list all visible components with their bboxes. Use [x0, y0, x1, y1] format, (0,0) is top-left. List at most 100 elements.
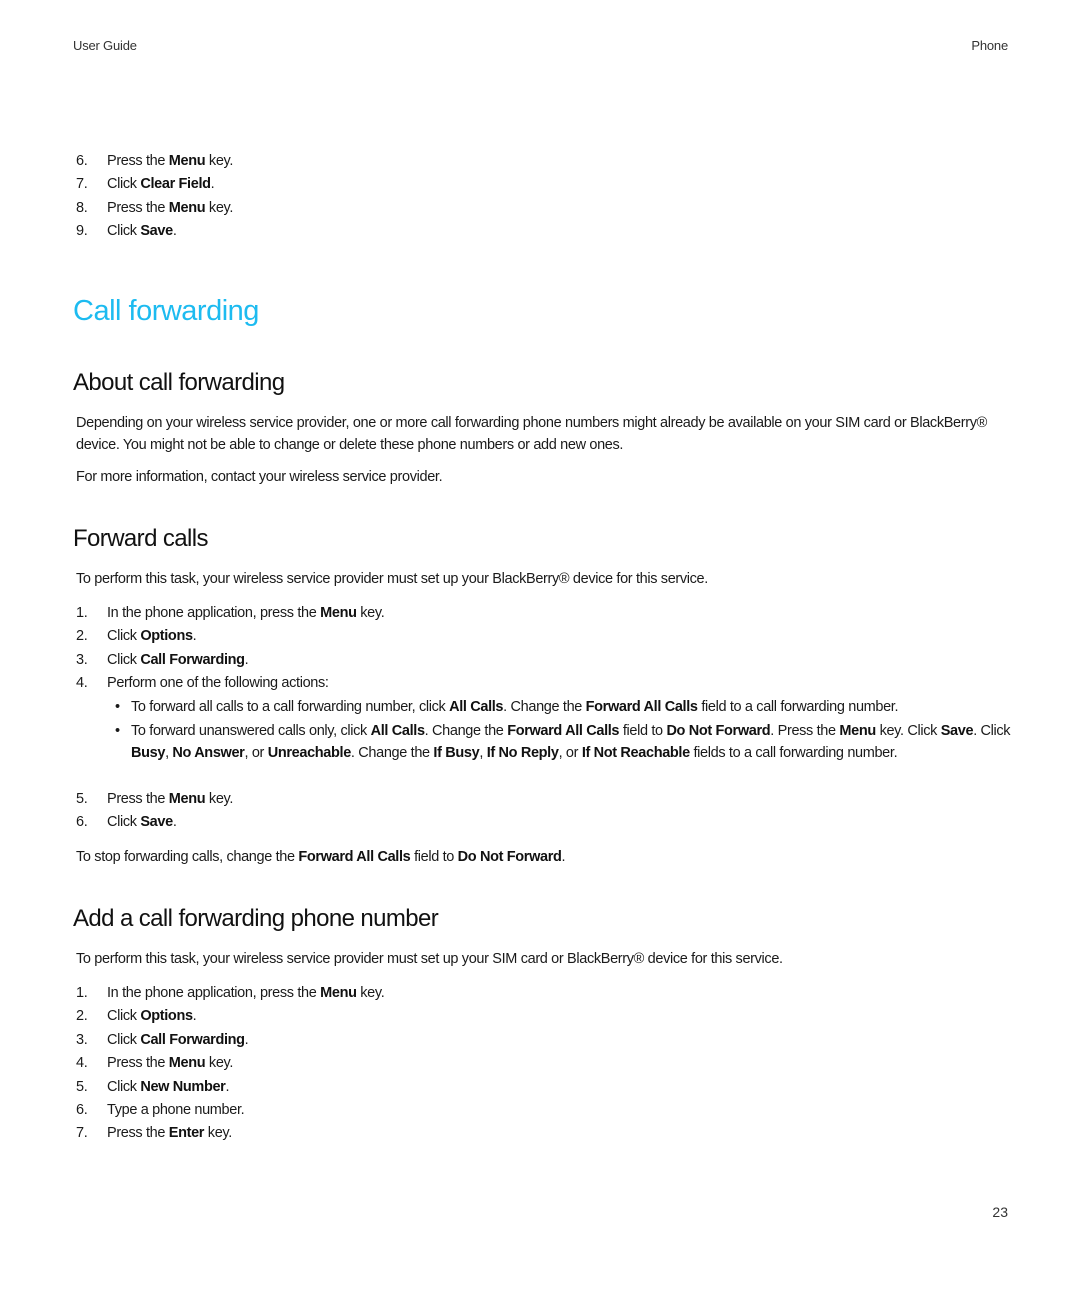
- bullet-item: • To forward all calls to a call forwardi…: [107, 696, 1013, 718]
- text-run: , or: [558, 745, 582, 761]
- text-run: .: [172, 814, 177, 831]
- ui-term: Call Forwarding: [140, 1031, 245, 1048]
- step-number: 8.: [76, 199, 88, 216]
- add-number-intro: To perform this task, your wireless serv…: [76, 951, 783, 967]
- text-run: Press the: [107, 199, 169, 216]
- forward-calls-intro: To perform this task, your wireless serv…: [76, 571, 708, 587]
- ui-term: Clear Field: [140, 176, 211, 193]
- text-run: , or: [244, 745, 268, 761]
- page-number: 23: [992, 1204, 1008, 1220]
- step-number: 7.: [76, 176, 88, 193]
- add-number-steps: 1. In the phone application, press the Me…: [73, 982, 1013, 1146]
- step-number: 3.: [76, 1031, 88, 1048]
- text-run: key.: [204, 1125, 232, 1142]
- text-run: key.: [205, 199, 234, 216]
- forward-calls-bullets: • To forward all calls to a call forwardi…: [73, 696, 1013, 766]
- step-number: 1.: [76, 985, 88, 1001]
- forward-calls-outro: To stop forwarding calls, change the For…: [73, 847, 1006, 869]
- ui-term: Options: [140, 1008, 193, 1025]
- ui-term: Menu: [168, 791, 206, 807]
- ui-term: Forward All Calls: [298, 849, 411, 865]
- ui-term: Menu: [320, 605, 357, 621]
- text-run: Press the: [107, 153, 169, 169]
- forward-calls-steps-b: 5. Press the Menu key. 6. Click Save.: [73, 788, 1013, 835]
- chapter-title: Call forwarding: [73, 295, 259, 327]
- step-number: 4.: [76, 675, 88, 692]
- text-run: To forward unanswered calls only, click: [131, 723, 371, 739]
- step-item: 3. Click Call Forwarding.: [73, 1029, 1013, 1052]
- step-item: 4. Perform one of the following actions:: [73, 672, 1013, 695]
- text-run: . Change the: [424, 723, 508, 739]
- section-title-add-number: Add a call forwarding phone number: [73, 905, 439, 932]
- step-number: 7.: [76, 1125, 88, 1142]
- step-number: 2.: [76, 628, 88, 645]
- ui-term: Call Forwarding: [140, 651, 245, 668]
- text-run: .: [192, 628, 197, 645]
- forward-calls-steps-a: 1. In the phone application, press the Me…: [73, 602, 1013, 696]
- step-item: 6. Click Save.: [73, 811, 1013, 834]
- text-run: .: [561, 849, 566, 865]
- text-run: Click: [107, 1008, 141, 1025]
- text-run: In the phone application, press the: [107, 605, 321, 621]
- text-run: In the phone application, press the: [107, 985, 321, 1001]
- bullet-item: • To forward unanswered calls only, click…: [107, 720, 1013, 764]
- section-title-about: About call forwarding: [73, 369, 285, 396]
- step-item: 7. Press the Enter key.: [73, 1122, 1013, 1145]
- running-header-left: User Guide: [73, 38, 137, 53]
- ui-term: All Calls: [370, 723, 425, 739]
- text-run: Click: [107, 651, 141, 668]
- step-number: 1.: [76, 605, 88, 621]
- ui-term: Save: [140, 223, 173, 240]
- ui-term: Menu: [839, 723, 876, 739]
- ui-term: Options: [140, 628, 193, 645]
- ui-term: Save: [140, 814, 173, 831]
- bullet-marker: •: [115, 723, 120, 739]
- text-run: key.: [205, 153, 234, 169]
- bullet-marker: •: [115, 699, 120, 715]
- step-item: 2. Click Options.: [73, 625, 1013, 648]
- step-item: 9. Click Save.: [73, 220, 233, 243]
- step-item: 5. Click New Number.: [73, 1076, 1013, 1099]
- ui-term: Do Not Forward: [666, 723, 771, 739]
- text-run: . Change the: [503, 699, 586, 715]
- ui-term: No Answer: [172, 745, 245, 761]
- text-run: key.: [205, 791, 234, 807]
- step-item: 4. Press the Menu key.: [73, 1052, 1013, 1075]
- step-item: 7. Click Clear Field.: [73, 173, 233, 196]
- text-run: Type a phone number.: [107, 1102, 245, 1119]
- text-run: ,: [479, 745, 487, 761]
- text-run: Click: [107, 176, 141, 193]
- about-paragraph-1: Depending on your wireless service provi…: [76, 415, 987, 453]
- text-run: Click: [107, 628, 141, 645]
- text-run: key.: [356, 985, 385, 1001]
- ui-term: New Number: [140, 1078, 226, 1095]
- text-run: .: [225, 1078, 230, 1095]
- step-number: 6.: [76, 1102, 88, 1119]
- text-run: field to: [619, 723, 667, 739]
- step-number: 5.: [76, 791, 88, 807]
- ui-term: If No Reply: [486, 745, 559, 761]
- text-run: Press the: [107, 1125, 169, 1142]
- step-number: 2.: [76, 1008, 88, 1025]
- step-number: 4.: [76, 1055, 88, 1072]
- ui-term: Menu: [168, 1055, 206, 1072]
- step-item: 2. Click Options.: [73, 1005, 1013, 1028]
- text-run: .: [210, 176, 215, 193]
- text-run: Click: [107, 223, 141, 240]
- text-run: Click: [107, 1031, 141, 1048]
- ui-term: Enter: [168, 1125, 205, 1142]
- ui-term: Save: [940, 723, 974, 739]
- step-number: 3.: [76, 651, 88, 668]
- step-item: 1. In the phone application, press the Me…: [73, 602, 1013, 625]
- text-run: . Change the: [350, 745, 434, 761]
- text-run: Perform one of the following actions:: [107, 675, 329, 692]
- ui-term: If Busy: [433, 745, 480, 761]
- ui-term: Unreachable: [267, 745, 352, 761]
- ui-term: If Not Reachable: [581, 745, 690, 761]
- step-item: 3. Click Call Forwarding.: [73, 649, 1013, 672]
- ui-term: Menu: [320, 985, 357, 1001]
- section-title-forward-calls: Forward calls: [73, 525, 209, 552]
- text-run: .: [172, 223, 177, 240]
- text-run: .: [244, 651, 249, 668]
- ui-term: Do Not Forward: [457, 849, 562, 865]
